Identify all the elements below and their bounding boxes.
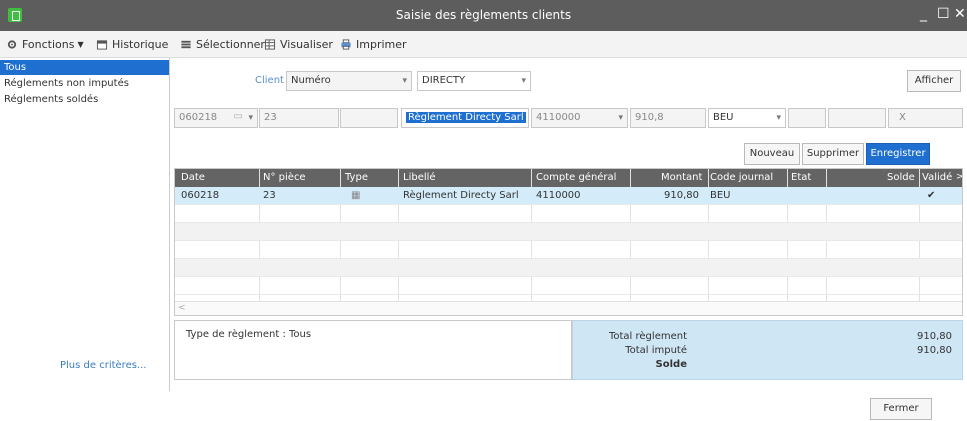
entry-solde-field[interactable] (828, 108, 886, 128)
calendar-icon[interactable]: ▭ (234, 109, 243, 126)
grid-header: Date N° pièce Type Libellé Compte généra… (175, 169, 962, 187)
afficher-button[interactable]: Afficher (907, 70, 961, 92)
window-title: Saisie des règlements clients (395, 8, 572, 22)
entry-type-field[interactable] (340, 108, 398, 128)
table-row[interactable] (175, 259, 962, 277)
entry-libelle-field[interactable]: Règlement Directy Sarl (401, 108, 529, 128)
col-header-solde[interactable]: Solde (887, 172, 915, 183)
table-row[interactable] (175, 205, 962, 223)
horizontal-scrollbar[interactable]: < (175, 301, 962, 315)
col-header-montant[interactable]: Montant (661, 172, 702, 183)
chevron-down-icon: ▼ (77, 40, 84, 49)
visualiser-button[interactable]: Visualiser (264, 38, 333, 51)
total-impute-value: 910,80 (917, 345, 952, 356)
entry-date-value: 060218 (179, 112, 218, 123)
historique-label: Historique (112, 38, 169, 51)
client-field-value: Numéro (291, 75, 331, 86)
cell-montant: 910,80 (664, 190, 699, 201)
col-header-libelle[interactable]: Libellé (403, 172, 436, 183)
col-header-compte[interactable]: Compte général (536, 172, 616, 183)
col-header-etat[interactable]: Etat (791, 172, 811, 183)
client-label: Client (255, 75, 284, 86)
total-reglement-value: 910,80 (917, 331, 952, 342)
fermer-button[interactable]: Fermer (870, 398, 932, 420)
cell-piece: 23 (263, 190, 276, 201)
reglements-grid: Date N° pièce Type Libellé Compte généra… (174, 168, 963, 316)
cell-date: 060218 (181, 190, 220, 201)
sidebar-item-non-imputes[interactable]: Réglements non imputés (0, 76, 169, 91)
col-header-journal[interactable]: Code journal (710, 172, 773, 183)
client-field-select[interactable]: Numéro ▾ (286, 71, 412, 91)
fonctions-label: Fonctions (22, 38, 75, 51)
historique-button[interactable]: Historique (96, 38, 168, 51)
fonctions-menu[interactable]: Fonctions ▼ (6, 38, 84, 51)
col-header-type[interactable]: Type (345, 172, 368, 183)
entry-x-field[interactable]: X (888, 108, 963, 128)
chevron-down-icon: ▾ (248, 113, 253, 123)
scroll-left-icon[interactable]: < (178, 303, 186, 313)
selectionner-button[interactable]: Sélectionner (180, 38, 265, 51)
client-criteria-row: Client Numéro ▾ DIRECTY ▾ Afficher (171, 70, 967, 101)
maximize-button[interactable]: ☐ (937, 6, 950, 22)
entry-piece-field[interactable]: 23 (259, 108, 339, 128)
cell-journal: BEU (710, 190, 731, 201)
totals-box: Total règlement Total imputé Solde 910,8… (572, 320, 963, 380)
imprimer-label: Imprimer (356, 38, 407, 51)
criteria-sidebar: Tous Réglements non imputés Réglements s… (0, 58, 170, 391)
table-row[interactable] (175, 241, 962, 259)
entry-libelle-value: Règlement Directy Sarl (406, 112, 526, 123)
entry-journal-value: BEU (713, 112, 734, 123)
col-header-valide[interactable]: Validé (922, 172, 952, 183)
chevron-down-icon: ▾ (402, 76, 407, 86)
calendar-icon (96, 40, 108, 50)
scroll-right-icon[interactable]: > (956, 172, 962, 182)
entry-etat-field[interactable] (788, 108, 826, 128)
minimize-button[interactable]: _ (920, 6, 927, 22)
total-impute-label: Total imputé (625, 345, 687, 356)
gear-icon (7, 40, 17, 49)
title-bar: Saisie des règlements clients _ ☐ ✕ (0, 0, 967, 31)
type-reglement-box: Type de règlement : Tous (174, 320, 572, 380)
list-icon (181, 40, 191, 49)
entry-compte-field[interactable]: 4110000 ▾ (531, 108, 628, 128)
client-value-select[interactable]: DIRECTY ▾ (417, 71, 531, 91)
entry-compte-value: 4110000 (536, 112, 581, 123)
entry-journal-select[interactable]: BEU ▾ (708, 108, 786, 128)
payment-type-icon: ▦ (351, 190, 361, 201)
solde-label: Solde (655, 359, 687, 370)
total-reglement-label: Total règlement (608, 331, 687, 342)
visualiser-label: Visualiser (280, 38, 333, 51)
nouveau-button[interactable]: Nouveau (744, 143, 800, 165)
toolbar: Fonctions ▼ Historique Sélectionner Visu… (0, 31, 967, 58)
sidebar-item-soldes[interactable]: Réglements soldés (0, 92, 169, 107)
type-reglement-text: Type de règlement : Tous (186, 329, 312, 340)
cell-libelle: Règlement Directy Sarl (403, 190, 519, 201)
entry-montant-field[interactable]: 910,8 (630, 108, 706, 128)
chevron-down-icon: ▾ (618, 113, 623, 123)
table-row[interactable]: 060218 23 ▦ Règlement Directy Sarl 41100… (175, 187, 962, 205)
selectionner-label: Sélectionner (196, 38, 265, 51)
chevron-down-icon: ▾ (776, 113, 781, 123)
totals-footer: Type de règlement : Tous Total règlement… (174, 320, 963, 382)
client-value-text: DIRECTY (422, 75, 466, 86)
checkmark-icon: ✔ (927, 190, 936, 201)
entry-date-field[interactable]: 060218 ▭ ▾ (174, 108, 258, 128)
col-header-piece[interactable]: N° pièce (263, 172, 306, 183)
imprimer-button[interactable]: Imprimer (340, 38, 407, 51)
close-window-button[interactable]: ✕ (954, 6, 966, 22)
more-criteria-link[interactable]: Plus de critères... (60, 360, 146, 371)
sidebar-item-tous[interactable]: Tous (0, 60, 169, 75)
grid-icon (264, 39, 276, 50)
enregistrer-button[interactable]: Enregistrer (866, 143, 930, 165)
col-header-date[interactable]: Date (181, 172, 205, 183)
cell-compte: 4110000 (536, 190, 581, 201)
table-row[interactable] (175, 223, 962, 241)
table-row[interactable] (175, 277, 962, 295)
supprimer-button[interactable]: Supprimer (802, 143, 864, 165)
chevron-down-icon: ▾ (521, 76, 526, 86)
printer-icon (341, 39, 351, 50)
